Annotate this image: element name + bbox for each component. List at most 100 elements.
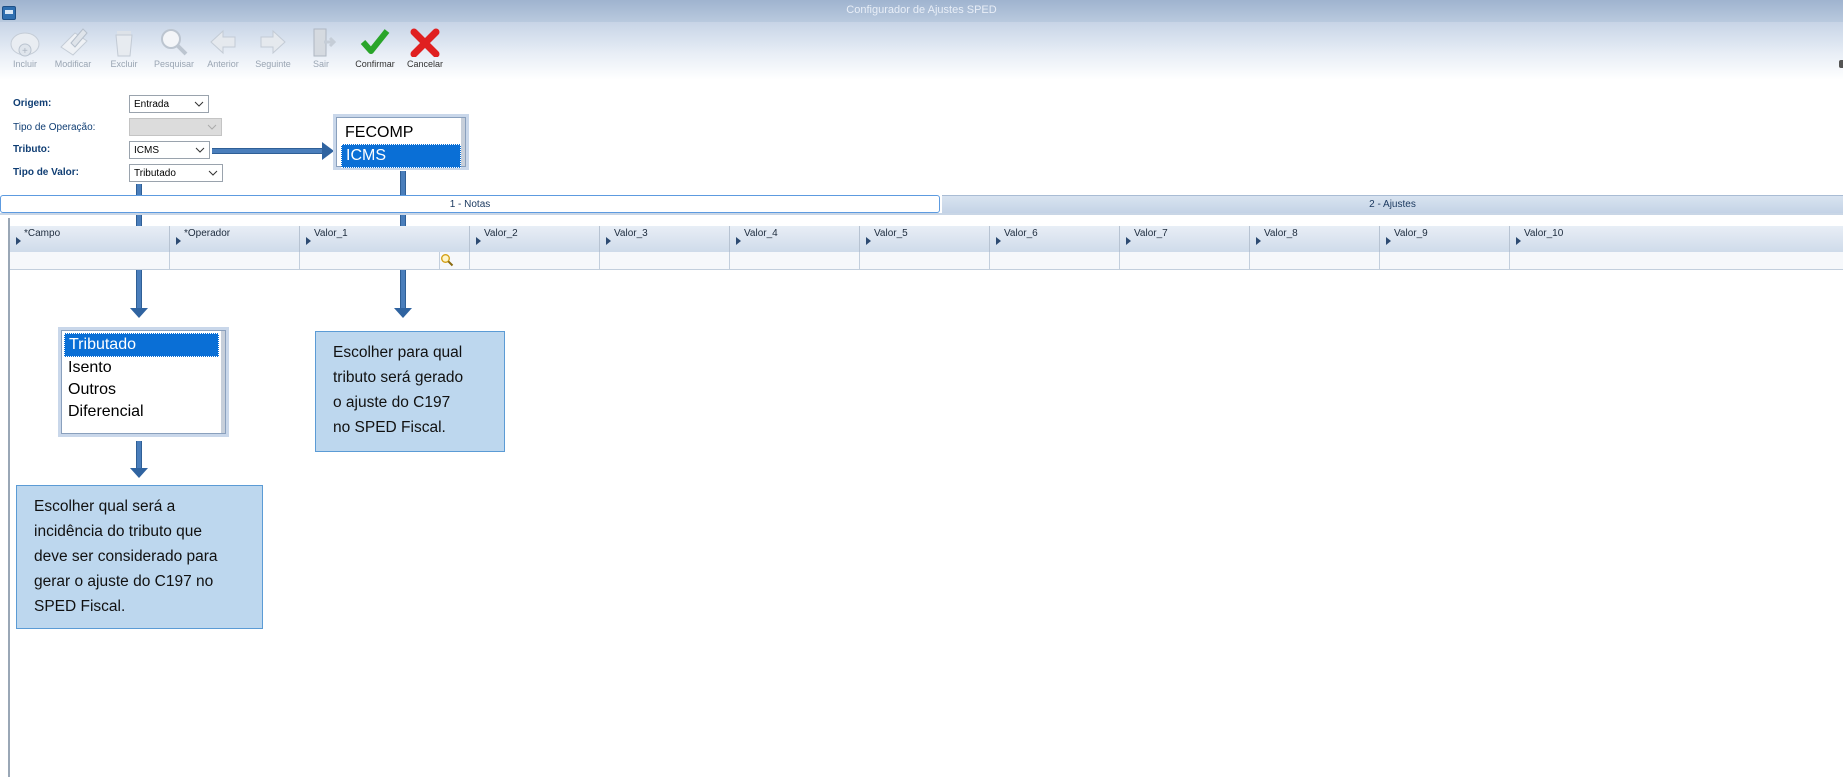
tipo-valor-option-tributado[interactable]: Tributado bbox=[64, 333, 219, 357]
tipo-valor-option-diferencial[interactable]: Diferencial bbox=[64, 401, 219, 423]
sort-triangle-icon bbox=[866, 237, 871, 245]
column-header-valor-3[interactable]: Valor_3 bbox=[600, 226, 730, 252]
cell-valor-5[interactable] bbox=[860, 252, 990, 269]
svg-text:+: + bbox=[22, 46, 28, 57]
sort-triangle-icon bbox=[1126, 237, 1131, 245]
tab-notas[interactable]: 1 - Notas bbox=[0, 195, 940, 213]
sort-triangle-icon bbox=[16, 237, 21, 245]
exit-label: Sair bbox=[312, 59, 329, 69]
tipo-valor-option-outros[interactable]: Outros bbox=[64, 379, 219, 401]
origem-label: Origem: bbox=[13, 98, 52, 109]
sort-triangle-icon bbox=[606, 237, 611, 245]
cell-valor-8[interactable] bbox=[1250, 252, 1380, 269]
next-button[interactable]: Seguinte bbox=[248, 22, 298, 80]
include-button[interactable]: + Incluir bbox=[0, 22, 50, 80]
delete-label: Excluir bbox=[110, 59, 138, 69]
column-header-operador[interactable]: *Operador bbox=[170, 226, 300, 252]
column-header-valor-10[interactable]: Valor_10 bbox=[1510, 226, 1843, 252]
tributo-callout: Escolher para qual tributo será gerado o… bbox=[315, 331, 505, 452]
grid-panel bbox=[0, 213, 1843, 777]
tributo-value: ICMS bbox=[134, 145, 159, 156]
arrow-to-tributo-dropdown bbox=[212, 148, 324, 154]
cell-valor-9[interactable] bbox=[1380, 252, 1510, 269]
tributo-option-fecomp[interactable]: FECOMP bbox=[341, 122, 461, 144]
delete-button[interactable]: Excluir bbox=[99, 22, 149, 80]
confirm-button[interactable]: Confirmar bbox=[350, 22, 400, 80]
search-label: Pesquisar bbox=[153, 59, 195, 69]
arrow-left-icon bbox=[210, 29, 236, 55]
callout-line: no SPED Fiscal. bbox=[333, 419, 446, 436]
tipo-valor-select[interactable]: Tributado bbox=[129, 164, 223, 182]
cell-valor-10[interactable] bbox=[1510, 252, 1843, 269]
tipo-valor-option-isento[interactable]: Isento bbox=[64, 357, 219, 379]
exit-button[interactable]: Sair bbox=[296, 22, 346, 80]
include-icon: + bbox=[10, 32, 40, 57]
callout-line: o ajuste do C197 bbox=[333, 394, 451, 411]
include-label: Incluir bbox=[12, 59, 37, 69]
column-header-valor-8[interactable]: Valor_8 bbox=[1250, 226, 1380, 252]
arrow-to-tipo-valor-callout bbox=[136, 441, 142, 471]
next-label: Seguinte bbox=[255, 59, 291, 69]
cell-operador[interactable] bbox=[170, 252, 300, 269]
cell-valor-2[interactable] bbox=[470, 252, 600, 269]
x-icon bbox=[410, 28, 440, 57]
sort-triangle-icon bbox=[1386, 237, 1391, 245]
callout-line: tributo será gerado bbox=[333, 369, 464, 386]
exit-door-icon bbox=[313, 28, 337, 57]
chevron-down-icon bbox=[208, 170, 218, 176]
cell-valor-7[interactable] bbox=[1120, 252, 1250, 269]
chevron-down-icon bbox=[195, 147, 205, 153]
tipo-operacao-select[interactable] bbox=[129, 118, 222, 136]
search-icon bbox=[161, 29, 188, 56]
checkmark-icon bbox=[360, 29, 390, 54]
column-header-valor-2[interactable]: Valor_2 bbox=[470, 226, 600, 252]
callout-line: SPED Fiscal. bbox=[34, 598, 126, 615]
tipo-valor-label: Tipo de Valor: bbox=[13, 167, 79, 178]
arrow-right-icon bbox=[260, 29, 286, 55]
cancel-label: Cancelar bbox=[406, 59, 444, 69]
confirm-label: Confirmar bbox=[355, 59, 395, 69]
column-header-valor-9[interactable]: Valor_9 bbox=[1380, 226, 1510, 252]
sort-triangle-icon bbox=[1256, 237, 1261, 245]
sort-triangle-icon bbox=[1516, 237, 1521, 245]
toolbar: + Incluir Modificar Excluir Pesquisar An… bbox=[0, 22, 1843, 80]
previous-label: Anterior bbox=[207, 59, 239, 69]
cell-valor-4[interactable] bbox=[730, 252, 860, 269]
callout-line: incidência do tributo que bbox=[34, 523, 203, 540]
edit-label: Modificar bbox=[54, 59, 92, 69]
cell-valor-3[interactable] bbox=[600, 252, 730, 269]
callout-line: Escolher qual será a bbox=[34, 498, 176, 515]
edit-button[interactable]: Modificar bbox=[48, 22, 98, 80]
tributo-option-icms[interactable]: ICMS bbox=[341, 144, 461, 168]
column-header-valor-5[interactable]: Valor_5 bbox=[860, 226, 990, 252]
column-header-valor-1[interactable]: Valor_1 bbox=[300, 226, 470, 252]
origem-select[interactable]: Entrada bbox=[129, 95, 209, 113]
tributo-label: Tributo: bbox=[13, 144, 51, 155]
search-icon[interactable] bbox=[440, 253, 454, 267]
tab-ajustes[interactable]: 2 - Ajustes bbox=[942, 195, 1843, 213]
tributo-dropdown: FECOMP ICMS bbox=[336, 117, 466, 168]
cell-valor-1[interactable] bbox=[300, 252, 440, 269]
title-bar: Configurador de Ajustes SPED bbox=[0, 0, 1843, 22]
cell-campo[interactable] bbox=[10, 252, 170, 269]
column-header-valor-6[interactable]: Valor_6 bbox=[990, 226, 1120, 252]
callout-line: deve ser considerado para bbox=[34, 548, 218, 565]
dropdown-scrollbar[interactable] bbox=[221, 331, 225, 433]
trash-icon bbox=[115, 31, 133, 57]
tributo-select[interactable]: ICMS bbox=[129, 141, 210, 159]
column-header-campo[interactable]: *Campo bbox=[10, 226, 170, 252]
grid-header: *Campo *Operador Valor_1 Valor_2 Valor_3… bbox=[10, 226, 1843, 253]
table-row bbox=[10, 252, 1843, 270]
tipo-operacao-label: Tipo de Operação: bbox=[13, 122, 96, 133]
cancel-button[interactable]: Cancelar bbox=[400, 22, 450, 80]
previous-button[interactable]: Anterior bbox=[198, 22, 248, 80]
sort-triangle-icon bbox=[736, 237, 741, 245]
search-button[interactable]: Pesquisar bbox=[149, 22, 199, 80]
arrow-head bbox=[322, 142, 334, 160]
dropdown-scrollbar[interactable] bbox=[461, 118, 465, 166]
cell-valor-6[interactable] bbox=[990, 252, 1120, 269]
chevron-down-icon bbox=[207, 124, 217, 130]
column-header-valor-4[interactable]: Valor_4 bbox=[730, 226, 860, 252]
column-header-valor-7[interactable]: Valor_7 bbox=[1120, 226, 1250, 252]
origem-value: Entrada bbox=[134, 99, 170, 110]
